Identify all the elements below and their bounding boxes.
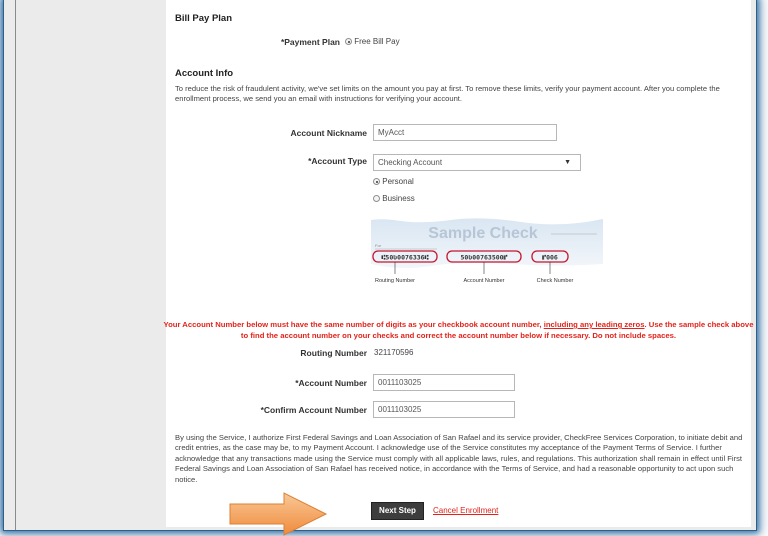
- cancel-enrollment-link[interactable]: Cancel Enrollment: [433, 506, 498, 515]
- confirm-account-number-input[interactable]: 0011103025: [373, 401, 515, 418]
- next-step-button[interactable]: Next Step: [371, 502, 424, 520]
- payment-plan-value: Free Bill Pay: [354, 37, 400, 46]
- account-caption: Account Number: [464, 278, 505, 284]
- account-nickname-label: Account Nickname: [290, 128, 367, 138]
- account-number-input[interactable]: 0011103025: [373, 374, 515, 391]
- sample-check-title: Sample Check: [428, 225, 537, 242]
- account-digits: 50Ʋ00763500⑈: [461, 254, 508, 262]
- account-type-business[interactable]: Business: [373, 194, 415, 203]
- routing-number-label: Routing Number: [300, 348, 367, 358]
- account-number-warning: Your Account Number below must have the …: [160, 320, 757, 341]
- option-personal-label: Personal: [382, 177, 414, 186]
- dropdown-arrow-icon: ▼: [564, 159, 571, 166]
- account-number-label: *Account Number: [295, 378, 367, 388]
- routing-caption: Routing Number: [375, 278, 415, 284]
- payment-plan-label: *Payment Plan: [280, 37, 340, 47]
- routing-digits: ⑆50Ʋ0076336⑆: [382, 254, 429, 262]
- sample-check-image: Sample Check For ⑆50Ʋ0076336⑆ 50Ʋ0076350…: [371, 218, 603, 284]
- radio-icon[interactable]: [373, 178, 380, 186]
- pointer-arrow-icon: [229, 492, 328, 536]
- check-digits: ⑈006: [542, 254, 558, 262]
- radio-icon[interactable]: [373, 195, 380, 203]
- account-info-heading: Account Info: [175, 68, 234, 79]
- radio-icon[interactable]: [345, 38, 352, 46]
- payment-plan-option[interactable]: Free Bill Pay: [345, 37, 400, 46]
- enrollment-form: Bill Pay Plan *Payment Plan Free Bill Pa…: [164, 0, 753, 527]
- left-border-line: [15, 0, 16, 530]
- account-type-label: *Account Type: [308, 156, 367, 166]
- account-type-value: Checking Account: [378, 158, 443, 167]
- confirm-account-number-label: *Confirm Account Number: [260, 405, 367, 415]
- bill-pay-plan-heading: Bill Pay Plan: [175, 13, 233, 24]
- authorization-terms: By using the Service, I authorize First …: [175, 433, 743, 484]
- option-business-label: Business: [382, 194, 415, 203]
- warning-text-1: Your Account Number below must have the …: [163, 320, 544, 329]
- sample-check-for: For: [375, 243, 382, 248]
- account-type-select[interactable]: Checking Account ▼: [373, 154, 581, 171]
- account-nickname-input[interactable]: MyAcct: [373, 124, 557, 141]
- browser-frame: Bill Pay Plan *Payment Plan Free Bill Pa…: [4, 0, 756, 530]
- warning-underlined: including any leading zeros: [543, 320, 645, 329]
- account-type-personal[interactable]: Personal: [373, 177, 414, 186]
- check-caption: Check Number: [537, 278, 574, 284]
- account-info-intro: To reduce the risk of fraudulent activit…: [175, 84, 720, 103]
- routing-number-value: 321170596: [374, 348, 414, 357]
